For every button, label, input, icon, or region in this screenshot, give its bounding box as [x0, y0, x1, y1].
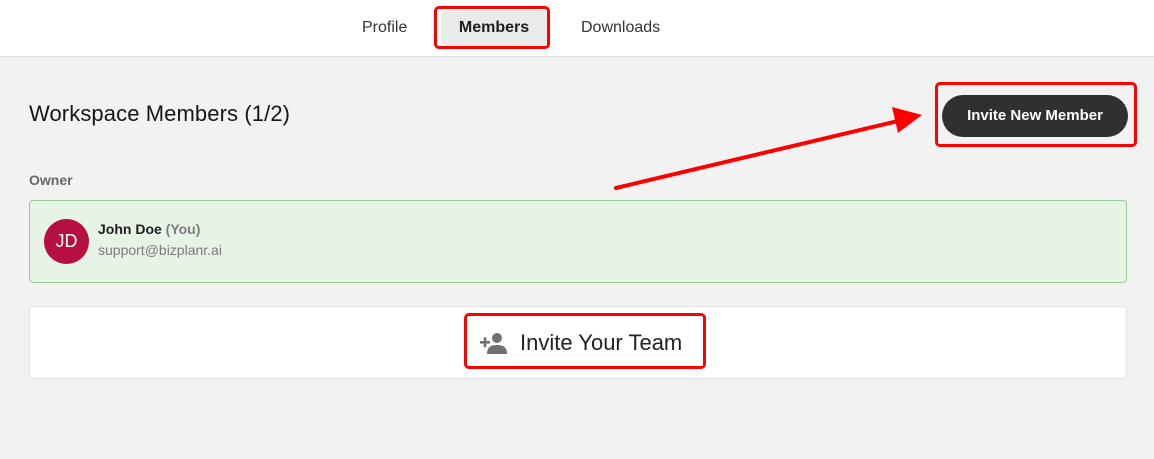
member-email: support@bizplanr.ai — [98, 242, 222, 258]
member-name-text: John Doe — [98, 221, 162, 237]
invite-team-highlight — [464, 313, 706, 369]
member-name: John Doe (You) — [98, 221, 200, 237]
avatar: JD — [44, 219, 89, 264]
owner-member-card: JD John Doe (You) support@bizplanr.ai — [29, 200, 1127, 283]
owner-section-label: Owner — [29, 172, 73, 188]
member-you-tag: (You) — [165, 221, 201, 237]
